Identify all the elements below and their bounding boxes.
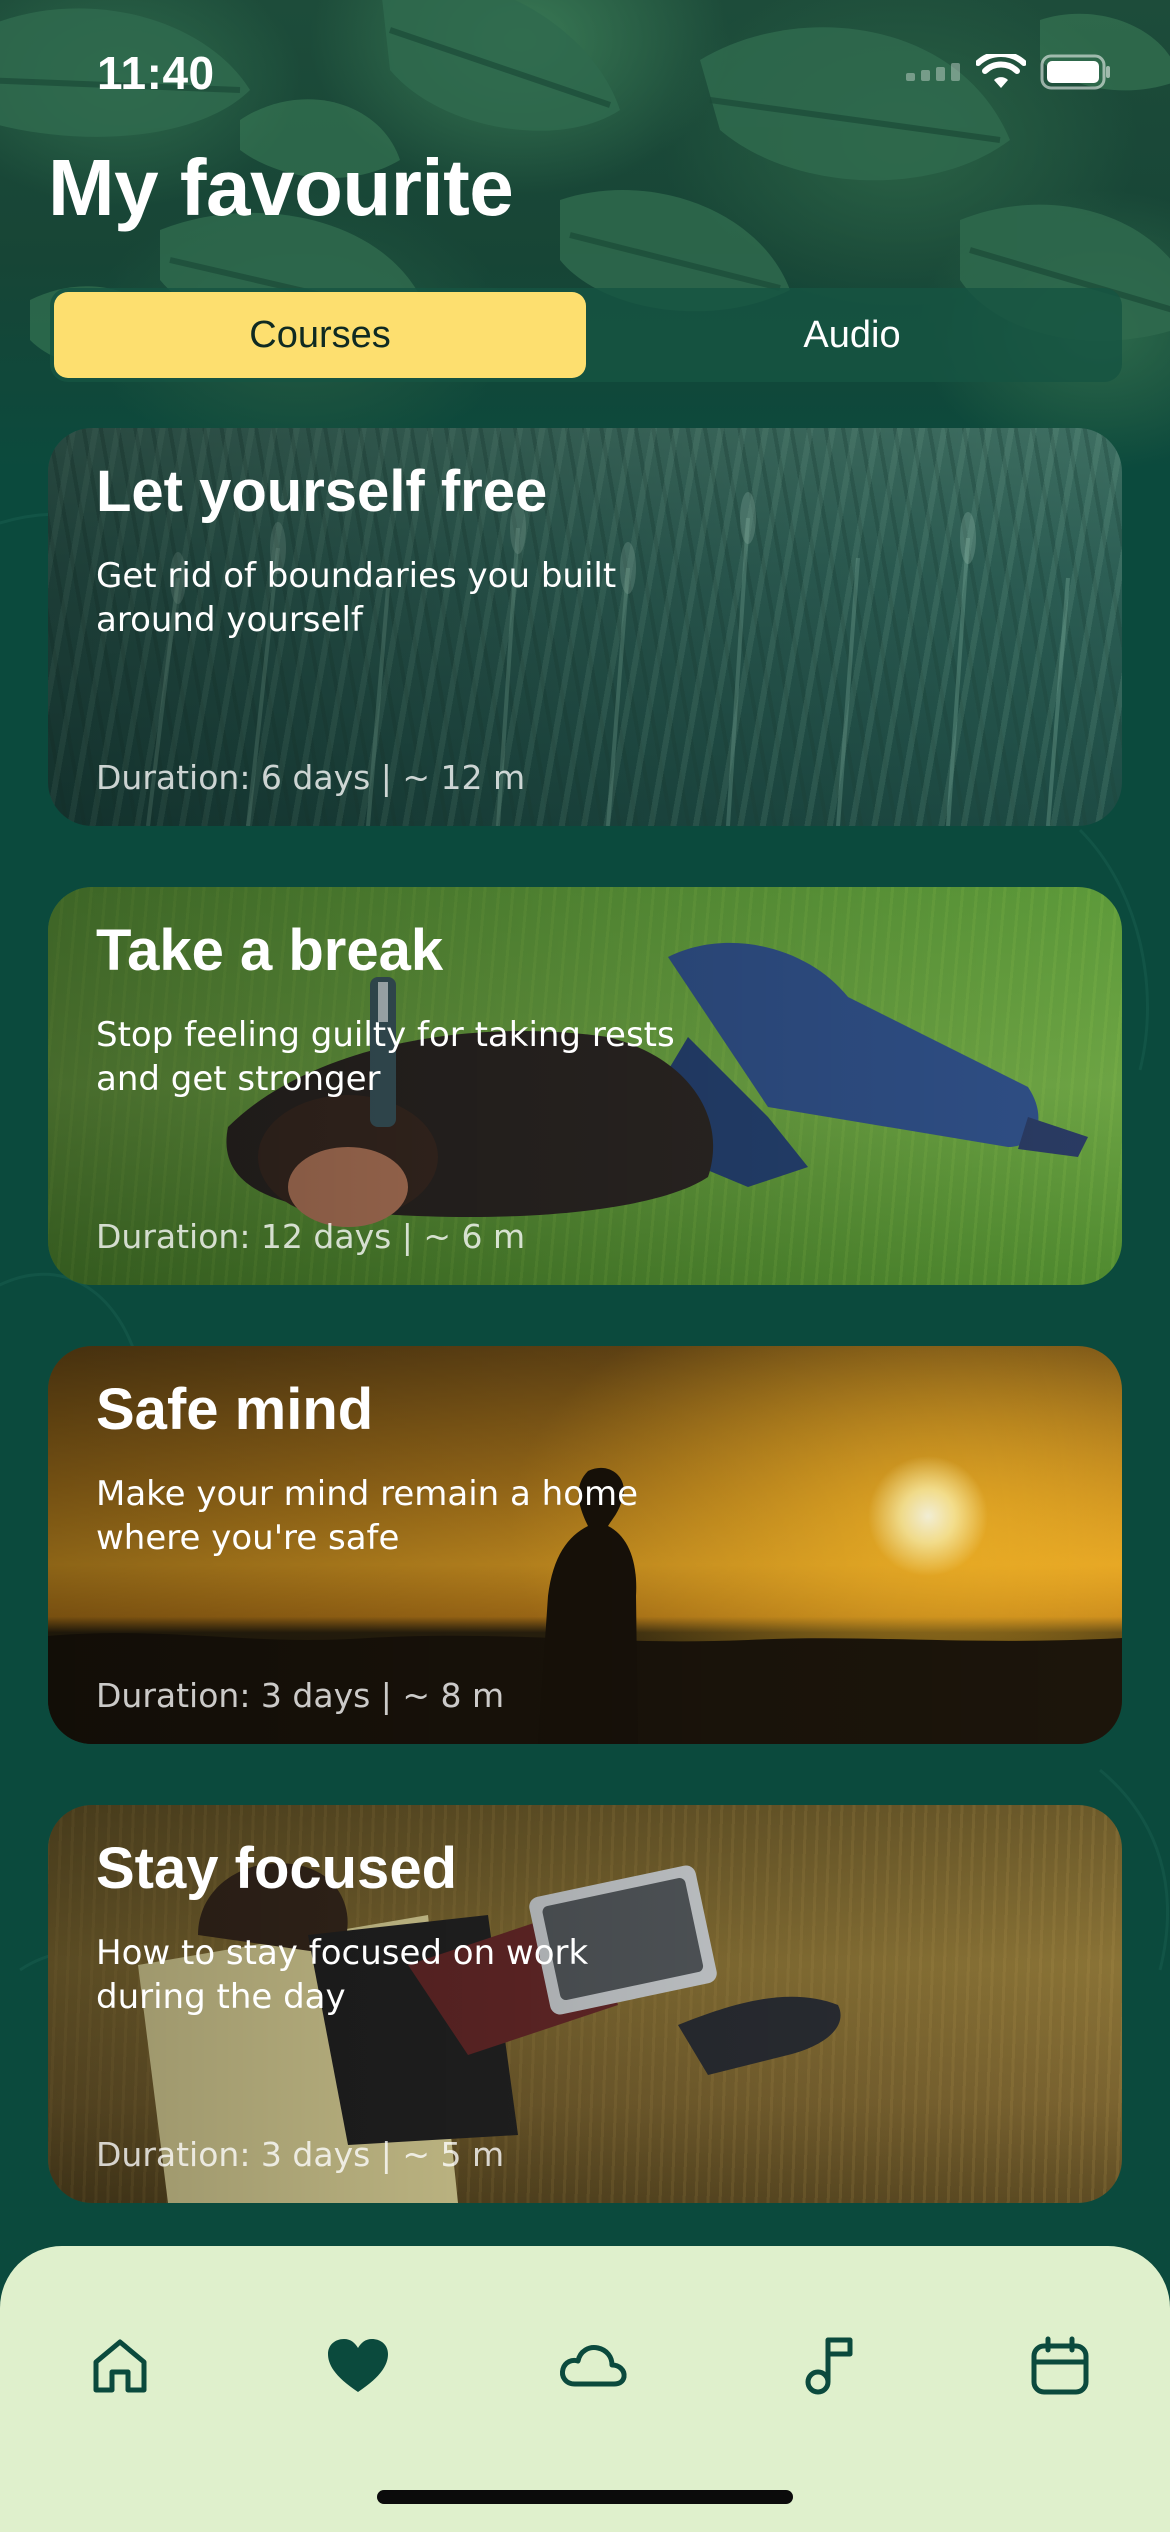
card-title: Let yourself free bbox=[96, 459, 548, 524]
cloud-icon bbox=[560, 2345, 627, 2387]
music-note-icon bbox=[805, 2337, 853, 2395]
home-icon bbox=[93, 2339, 147, 2393]
tab-home[interactable] bbox=[80, 2326, 160, 2406]
tab-sleep[interactable] bbox=[553, 2326, 633, 2406]
card-duration: Duration: 6 days | ~ 12 m bbox=[96, 758, 526, 797]
card-title: Take a break bbox=[96, 918, 444, 983]
tab-music[interactable] bbox=[790, 2326, 870, 2406]
tab-favourites[interactable] bbox=[318, 2326, 398, 2406]
card-duration: Duration: 3 days | ~ 5 m bbox=[96, 2135, 505, 2174]
segmented-control: Courses Audio bbox=[50, 288, 1122, 382]
course-card-let-yourself-free[interactable]: Let yourself free Get rid of boundaries … bbox=[48, 428, 1122, 826]
card-description: Stop feeling guilty for taking rests and… bbox=[96, 1015, 675, 1099]
course-card-stay-focused[interactable]: Stay focused How to stay focused on work… bbox=[48, 1805, 1122, 2203]
battery-icon bbox=[1040, 54, 1110, 90]
calendar-icon bbox=[1031, 2336, 1089, 2395]
cellular-signal-icon bbox=[906, 63, 960, 81]
page-title: My favourite bbox=[48, 143, 514, 232]
home-indicator bbox=[377, 2490, 793, 2504]
course-card-safe-mind[interactable]: Safe mind Make your mind remain a home w… bbox=[48, 1346, 1122, 1744]
card-title: Stay focused bbox=[96, 1836, 457, 1901]
course-card-take-a-break[interactable]: Take a break Stop feeling guilty for tak… bbox=[48, 887, 1122, 1285]
card-duration: Duration: 12 days | ~ 6 m bbox=[96, 1217, 526, 1256]
heart-icon bbox=[328, 2339, 388, 2392]
status-time: 11:40 bbox=[97, 47, 215, 99]
card-description: Make your mind remain a home where you'r… bbox=[96, 1474, 639, 1558]
card-description: Get rid of boundaries you built around y… bbox=[96, 556, 617, 640]
screen: 11:40 My favourite Courses Audio Let you… bbox=[0, 0, 1170, 2532]
status-icons bbox=[906, 54, 1112, 90]
tab-courses[interactable]: Courses bbox=[54, 292, 586, 378]
wifi-icon bbox=[976, 54, 1026, 88]
card-title: Safe mind bbox=[96, 1377, 374, 1442]
card-description: How to stay focused on work during the d… bbox=[96, 1933, 589, 2017]
tab-audio[interactable]: Audio bbox=[586, 292, 1118, 378]
card-duration: Duration: 3 days | ~ 8 m bbox=[96, 1676, 505, 1715]
tab-calendar[interactable] bbox=[1020, 2326, 1100, 2406]
